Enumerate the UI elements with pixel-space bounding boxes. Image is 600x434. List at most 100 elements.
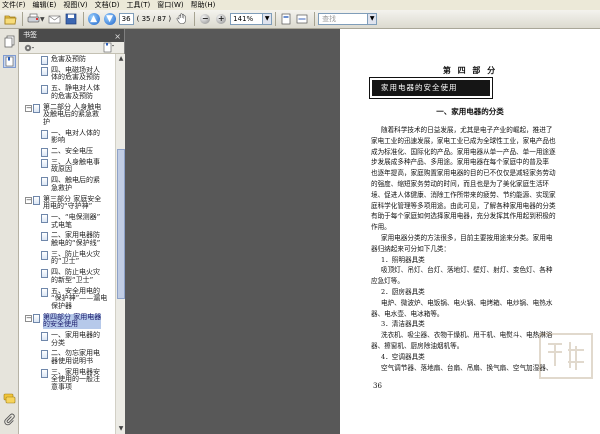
print-dropdown-icon[interactable]: ▼ <box>40 16 45 23</box>
body-line: 器归纳起来可分如下几类： <box>371 244 451 253</box>
bookmark-label-line: 触电的“保护线” <box>51 238 101 247</box>
collapse-toggle-icon[interactable]: − <box>25 314 32 322</box>
open-icon[interactable] <box>3 12 17 26</box>
page-number-input[interactable]: 36 <box>118 13 134 25</box>
body-line: 家电工业的迅速发展，家电工业已成为全球性工业，家电产品也 <box>371 136 556 145</box>
body-line: 步发展成多种产品、多用途。家用电器在每个家庭中的普及率 <box>371 158 550 167</box>
bookmark-label-line: 及触电后的紧急救 <box>43 110 99 119</box>
bookmark-label: 二、家用电器防 触电的“保护线” <box>51 232 100 247</box>
bookmark-label: 四、触电后的紧 急救护 <box>51 176 100 192</box>
menu-document[interactable]: 文档(D) <box>95 0 120 10</box>
bookmark-label: 危害及预防 <box>51 55 86 64</box>
scroll-up-icon[interactable]: ▲ <box>117 55 125 63</box>
zoom-input[interactable]: 141% <box>230 13 264 25</box>
fit-width-icon[interactable] <box>295 12 309 26</box>
menu-file[interactable]: 文件(F) <box>2 0 26 10</box>
bookmark-label-line: 的安全使用 <box>43 320 78 329</box>
comments-icon[interactable] <box>3 392 16 405</box>
chapter-banner-text: 家用电器的安全使用 <box>381 83 458 92</box>
bookmark-label-line: 的“卫士” <box>51 257 80 266</box>
bookmark-label-line: 危害及预防 <box>51 55 86 63</box>
document-area[interactable]: 第 四 部 分 家用电器的安全使用 一、家用电器的分类 随着科学技术的日益发展，… <box>125 29 600 434</box>
bookmark-label-line: 二、安全电压 <box>51 147 93 155</box>
toolbar-separator <box>314 12 316 26</box>
zoom-dropdown-icon[interactable]: ▼ <box>263 13 273 25</box>
body-line: 2．厨房器具类 <box>381 288 425 296</box>
menu-help[interactable]: 帮助(H) <box>191 0 216 10</box>
bookmark-label-line: 急救护 <box>51 183 72 192</box>
bookmark-label: 一、电对人体的 影响 <box>51 129 100 145</box>
print-icon[interactable] <box>26 12 40 26</box>
body-line: 境、促进人体健康、消除工作所带来的疲劳、节约能源、实现家 <box>371 190 556 199</box>
bookmark-label-line: 护 <box>43 117 50 126</box>
panel-title: 书签 <box>23 31 37 39</box>
bookmark-label: 第四部分 家用电器 的安全使用 <box>43 313 102 329</box>
hand-tool-icon[interactable] <box>175 12 189 26</box>
pages-icon[interactable] <box>3 35 16 48</box>
toolbar-separator <box>275 12 277 26</box>
search-input[interactable]: 查找 <box>318 13 369 25</box>
body-line: 庭科学化管理等多项用途。由此可见，了解各种家用电器的分类 <box>371 201 556 210</box>
save-icon[interactable] <box>64 12 78 26</box>
bookmark-page-icon <box>41 368 48 378</box>
collapse-toggle-icon[interactable]: − <box>25 104 32 112</box>
bookmark-page-icon <box>41 232 48 242</box>
bookmark-label: 五、静电对人体 的危害及预防 <box>51 84 100 100</box>
navigation-rail <box>0 29 19 434</box>
chapter-banner: 家用电器的安全使用 <box>369 77 493 99</box>
bookmark-page-icon <box>33 313 40 323</box>
document-page: 第 四 部 分 家用电器的安全使用 一、家用电器的分类 随着科学技术的日益发展，… <box>340 29 600 434</box>
bookmark-page-icon <box>41 250 48 260</box>
watermark-stamp <box>539 333 593 379</box>
bookmark-label: 一、“电保测器” 式电笔 <box>51 213 100 229</box>
page-count-label: ( 35 / 87 ) <box>136 15 172 23</box>
next-page-icon[interactable]: ▼ <box>103 12 117 26</box>
toolbar-separator <box>194 12 196 26</box>
zoom-out-icon[interactable]: − <box>198 12 212 26</box>
scroll-down-icon[interactable]: ▼ <box>117 425 125 433</box>
bookmark-label: 三、人身触电事 故原因 <box>51 158 100 174</box>
bookmark-page-icon <box>33 103 40 113</box>
bookmark-page-icon <box>41 56 48 65</box>
search-dropdown-icon[interactable]: ▼ <box>368 13 378 25</box>
body-line: 电炉、微波炉、电饭锅、电火锅、电烤箱、电炒锅、电热水 <box>381 298 553 307</box>
toolbar-separator <box>22 12 23 26</box>
menu-edit[interactable]: 编辑(E) <box>33 0 57 10</box>
bookmark-label-line: 器使用说明书 <box>51 356 93 365</box>
body-line: 器、电水壶、电冰箱等。 <box>371 309 444 318</box>
body-line: 应急灯等。 <box>371 277 404 286</box>
bookmark-label: 三、家用电器安 全使用的一般注 意事项 <box>51 368 100 392</box>
bookmarks-panel: 书签 × 危害及预防 四、电磁场对人 体的危害及预防 五、静电对人体 的危害及预防 −… <box>19 29 125 434</box>
bookmarks-scrollbar[interactable]: ▲ ▼ <box>115 54 125 434</box>
bookmark-label-line: 影响 <box>51 136 65 145</box>
toolbar: ▼ ▲ ▼ 36 ( 35 / 87 ) − + 141% ▼ 查找 ▼ <box>0 10 600 29</box>
collapse-toggle-icon[interactable]: − <box>25 196 32 204</box>
menu-tools[interactable]: 工具(T) <box>127 0 151 10</box>
panel-toolbar <box>19 42 124 54</box>
prev-page-icon[interactable]: ▲ <box>87 12 101 26</box>
scroll-thumb[interactable] <box>117 149 125 299</box>
menu-window[interactable]: 窗口(W) <box>157 0 183 10</box>
zoom-in-icon[interactable]: + <box>214 12 228 26</box>
menu-bar: 文件(F) 编辑(E) 视图(V) 文档(D) 工具(T) 窗口(W) 帮助(H… <box>0 0 600 10</box>
toolbar-separator <box>82 12 84 26</box>
bookmark-label: 三、防止电火灾 的“卫士” <box>51 250 100 266</box>
bookmark-label: 四、防止电火灾 的新型“卫士” <box>51 268 100 284</box>
menu-view[interactable]: 视图(V) <box>63 0 87 10</box>
bookmark-page-icon <box>41 332 48 341</box>
email-icon[interactable] <box>48 12 62 26</box>
part-title: 第 四 部 分 <box>442 65 498 75</box>
bookmark-label-line: 的新型“卫士” <box>51 275 94 284</box>
bookmark-page-icon <box>41 177 48 187</box>
bookmark-label: 第二部分 人身触电 及触电后的紧急救 护 <box>43 103 101 127</box>
bookmark-page-icon <box>41 214 48 223</box>
bookmarks-icon[interactable] <box>3 55 16 68</box>
bookmark-page-icon <box>41 287 48 297</box>
body-line: 1．照明器具类 <box>381 255 425 264</box>
bookmark-label-line: 保护器 <box>51 301 72 310</box>
bookmark-tree: 危害及预防 四、电磁场对人 体的危害及预防 五、静电对人体 的危害及预防 − 第二部分 … <box>19 54 115 434</box>
bookmark-page-icon <box>41 148 48 157</box>
body-line: 作用。 <box>371 223 391 232</box>
attachments-icon[interactable] <box>3 413 16 426</box>
fit-page-icon[interactable] <box>279 12 293 26</box>
